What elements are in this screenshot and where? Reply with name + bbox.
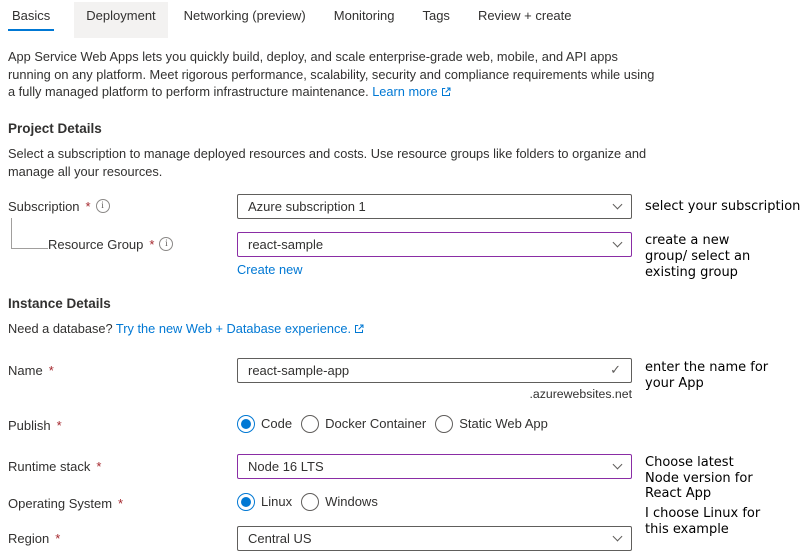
project-details-description: Select a subscription to manage deployed… bbox=[8, 145, 647, 179]
required-asterisk: * bbox=[85, 198, 91, 214]
region-label: Region bbox=[8, 530, 50, 546]
required-asterisk: * bbox=[149, 236, 155, 252]
validation-check-icon: ✓ bbox=[610, 362, 621, 378]
name-field-cell: react-sample-app ✓ .azurewebsites.net bbox=[237, 357, 632, 401]
tab-networking[interactable]: Networking (preview) bbox=[172, 2, 318, 38]
chevron-down-icon bbox=[612, 199, 623, 210]
external-link-icon bbox=[354, 321, 364, 339]
subscription-dropdown[interactable]: Azure subscription 1 bbox=[237, 193, 632, 219]
subscription-field-cell: Azure subscription 1 bbox=[237, 193, 632, 219]
publish-label-cell: Publish * bbox=[8, 413, 237, 433]
radio-icon bbox=[301, 492, 320, 511]
tab-basics-label: Basics bbox=[8, 8, 55, 31]
info-icon[interactable] bbox=[95, 199, 110, 214]
tab-tags-label: Tags bbox=[422, 8, 450, 23]
tab-tags[interactable]: Tags bbox=[410, 2, 461, 38]
runtime-stack-field-cell: Node 16 LTS bbox=[237, 453, 632, 479]
operating-system-label: Operating System bbox=[8, 495, 113, 511]
annotation-name: enter the name for your App bbox=[645, 359, 769, 391]
region-dropdown[interactable]: Central US bbox=[237, 525, 632, 551]
chevron-down-icon bbox=[612, 531, 623, 542]
radio-option-linux[interactable]: Linux bbox=[237, 492, 293, 511]
annotation-subscription: select your subscription bbox=[645, 198, 800, 214]
domain-suffix: .azurewebsites.net bbox=[529, 386, 632, 401]
radio-icon bbox=[301, 414, 320, 433]
required-asterisk: * bbox=[96, 458, 102, 474]
name-input[interactable]: react-sample-app ✓ bbox=[237, 357, 632, 383]
instance-details-heading: Instance Details bbox=[8, 295, 111, 311]
tab-review-create-label: Review + create bbox=[477, 8, 572, 23]
name-row: Name * react-sample-app ✓ .azurewebsites.… bbox=[8, 357, 792, 401]
runtime-stack-row: Runtime stack * Node 16 LTS Choose latest… bbox=[8, 453, 792, 501]
radio-option-static-web-app[interactable]: Static Web App bbox=[435, 414, 548, 433]
service-description-text: App Service Web Apps lets you quickly bu… bbox=[8, 49, 655, 100]
tab-deployment-label: Deployment bbox=[86, 8, 156, 23]
publish-label: Publish bbox=[8, 417, 51, 433]
name-label: Name bbox=[8, 362, 43, 378]
tab-monitoring[interactable]: Monitoring bbox=[322, 2, 407, 38]
required-asterisk: * bbox=[48, 362, 54, 378]
operating-system-row: Operating System * Linux Windows I choose… bbox=[8, 491, 792, 537]
resource-group-dropdown[interactable]: react-sample bbox=[237, 231, 632, 257]
radio-label: Windows bbox=[325, 494, 378, 510]
resource-group-row: Resource Group* react-sample Create new … bbox=[8, 231, 792, 280]
radio-option-windows[interactable]: Windows bbox=[301, 492, 378, 511]
subscription-label: Subscription bbox=[8, 198, 80, 214]
publish-radio-group: Code Docker Container Static Web App bbox=[237, 413, 632, 433]
runtime-stack-dropdown[interactable]: Node 16 LTS bbox=[237, 453, 632, 479]
service-description: App Service Web Apps lets you quickly bu… bbox=[8, 48, 656, 102]
subscription-value: Azure subscription 1 bbox=[248, 198, 366, 214]
subscription-label-cell: Subscription * bbox=[8, 194, 237, 214]
resource-group-field-cell: react-sample Create new bbox=[237, 231, 632, 277]
tab-strip: Basics Deployment Networking (preview) M… bbox=[8, 0, 792, 38]
publish-row: Publish * Code Docker Container Static We… bbox=[8, 413, 792, 433]
annotation-resource-group: create a new group/ select an existing g… bbox=[645, 232, 751, 280]
name-value: react-sample-app bbox=[248, 362, 350, 378]
create-new-link[interactable]: Create new bbox=[237, 262, 302, 277]
name-label-cell: Name * bbox=[8, 358, 237, 378]
region-field-cell: Central US Not finding your App Service … bbox=[237, 525, 632, 551]
radio-selected-icon bbox=[237, 492, 255, 511]
operating-system-radio-group: Linux Windows bbox=[237, 491, 632, 511]
required-asterisk: * bbox=[118, 495, 124, 511]
subscription-row: Subscription * Azure subscription 1 selec… bbox=[8, 193, 800, 219]
region-label-cell: Region * bbox=[8, 526, 237, 546]
chevron-down-icon bbox=[612, 237, 623, 248]
database-experience-link[interactable]: Try the new Web + Database experience. bbox=[116, 321, 351, 336]
required-asterisk: * bbox=[55, 530, 61, 546]
runtime-stack-value: Node 16 LTS bbox=[248, 458, 324, 474]
create-web-app-basics-page: Basics Deployment Networking (preview) M… bbox=[0, 0, 800, 551]
resource-group-label: Resource Group bbox=[48, 236, 144, 252]
radio-icon bbox=[435, 414, 454, 433]
radio-label: Docker Container bbox=[325, 416, 427, 432]
learn-more-link[interactable]: Learn more bbox=[372, 84, 437, 99]
required-asterisk: * bbox=[56, 417, 62, 433]
project-details-heading: Project Details bbox=[8, 120, 102, 136]
runtime-stack-label-cell: Runtime stack * bbox=[8, 454, 237, 474]
radio-option-code[interactable]: Code bbox=[237, 414, 293, 433]
tab-review-create[interactable]: Review + create bbox=[466, 2, 584, 38]
region-value: Central US bbox=[248, 530, 312, 546]
radio-option-docker-container[interactable]: Docker Container bbox=[301, 414, 427, 433]
radio-label: Static Web App bbox=[459, 416, 548, 432]
project-details-form: Subscription * Azure subscription 1 selec… bbox=[8, 193, 800, 280]
external-link-icon bbox=[441, 84, 451, 102]
radio-label: Linux bbox=[261, 494, 293, 510]
tab-monitoring-label: Monitoring bbox=[333, 8, 395, 23]
runtime-stack-label: Runtime stack bbox=[8, 458, 91, 474]
resource-group-label-cell: Resource Group * bbox=[8, 232, 237, 252]
radio-selected-icon bbox=[237, 414, 255, 433]
database-prompt-line: Need a database? Try the new Web + Datab… bbox=[8, 320, 648, 339]
database-prompt-text: Need a database? bbox=[8, 320, 113, 336]
instance-details-form: Name * react-sample-app ✓ .azurewebsites.… bbox=[8, 357, 792, 551]
tab-basics[interactable]: Basics bbox=[8, 2, 66, 38]
info-icon[interactable] bbox=[159, 237, 174, 252]
chevron-down-icon bbox=[612, 459, 623, 470]
radio-label: Code bbox=[261, 416, 293, 432]
resource-group-value: react-sample bbox=[248, 236, 324, 252]
region-row: Region * Central US Not finding your App … bbox=[8, 525, 792, 551]
operating-system-label-cell: Operating System * bbox=[8, 491, 237, 511]
tab-deployment[interactable]: Deployment bbox=[74, 2, 168, 38]
tab-networking-label: Networking (preview) bbox=[183, 8, 306, 23]
